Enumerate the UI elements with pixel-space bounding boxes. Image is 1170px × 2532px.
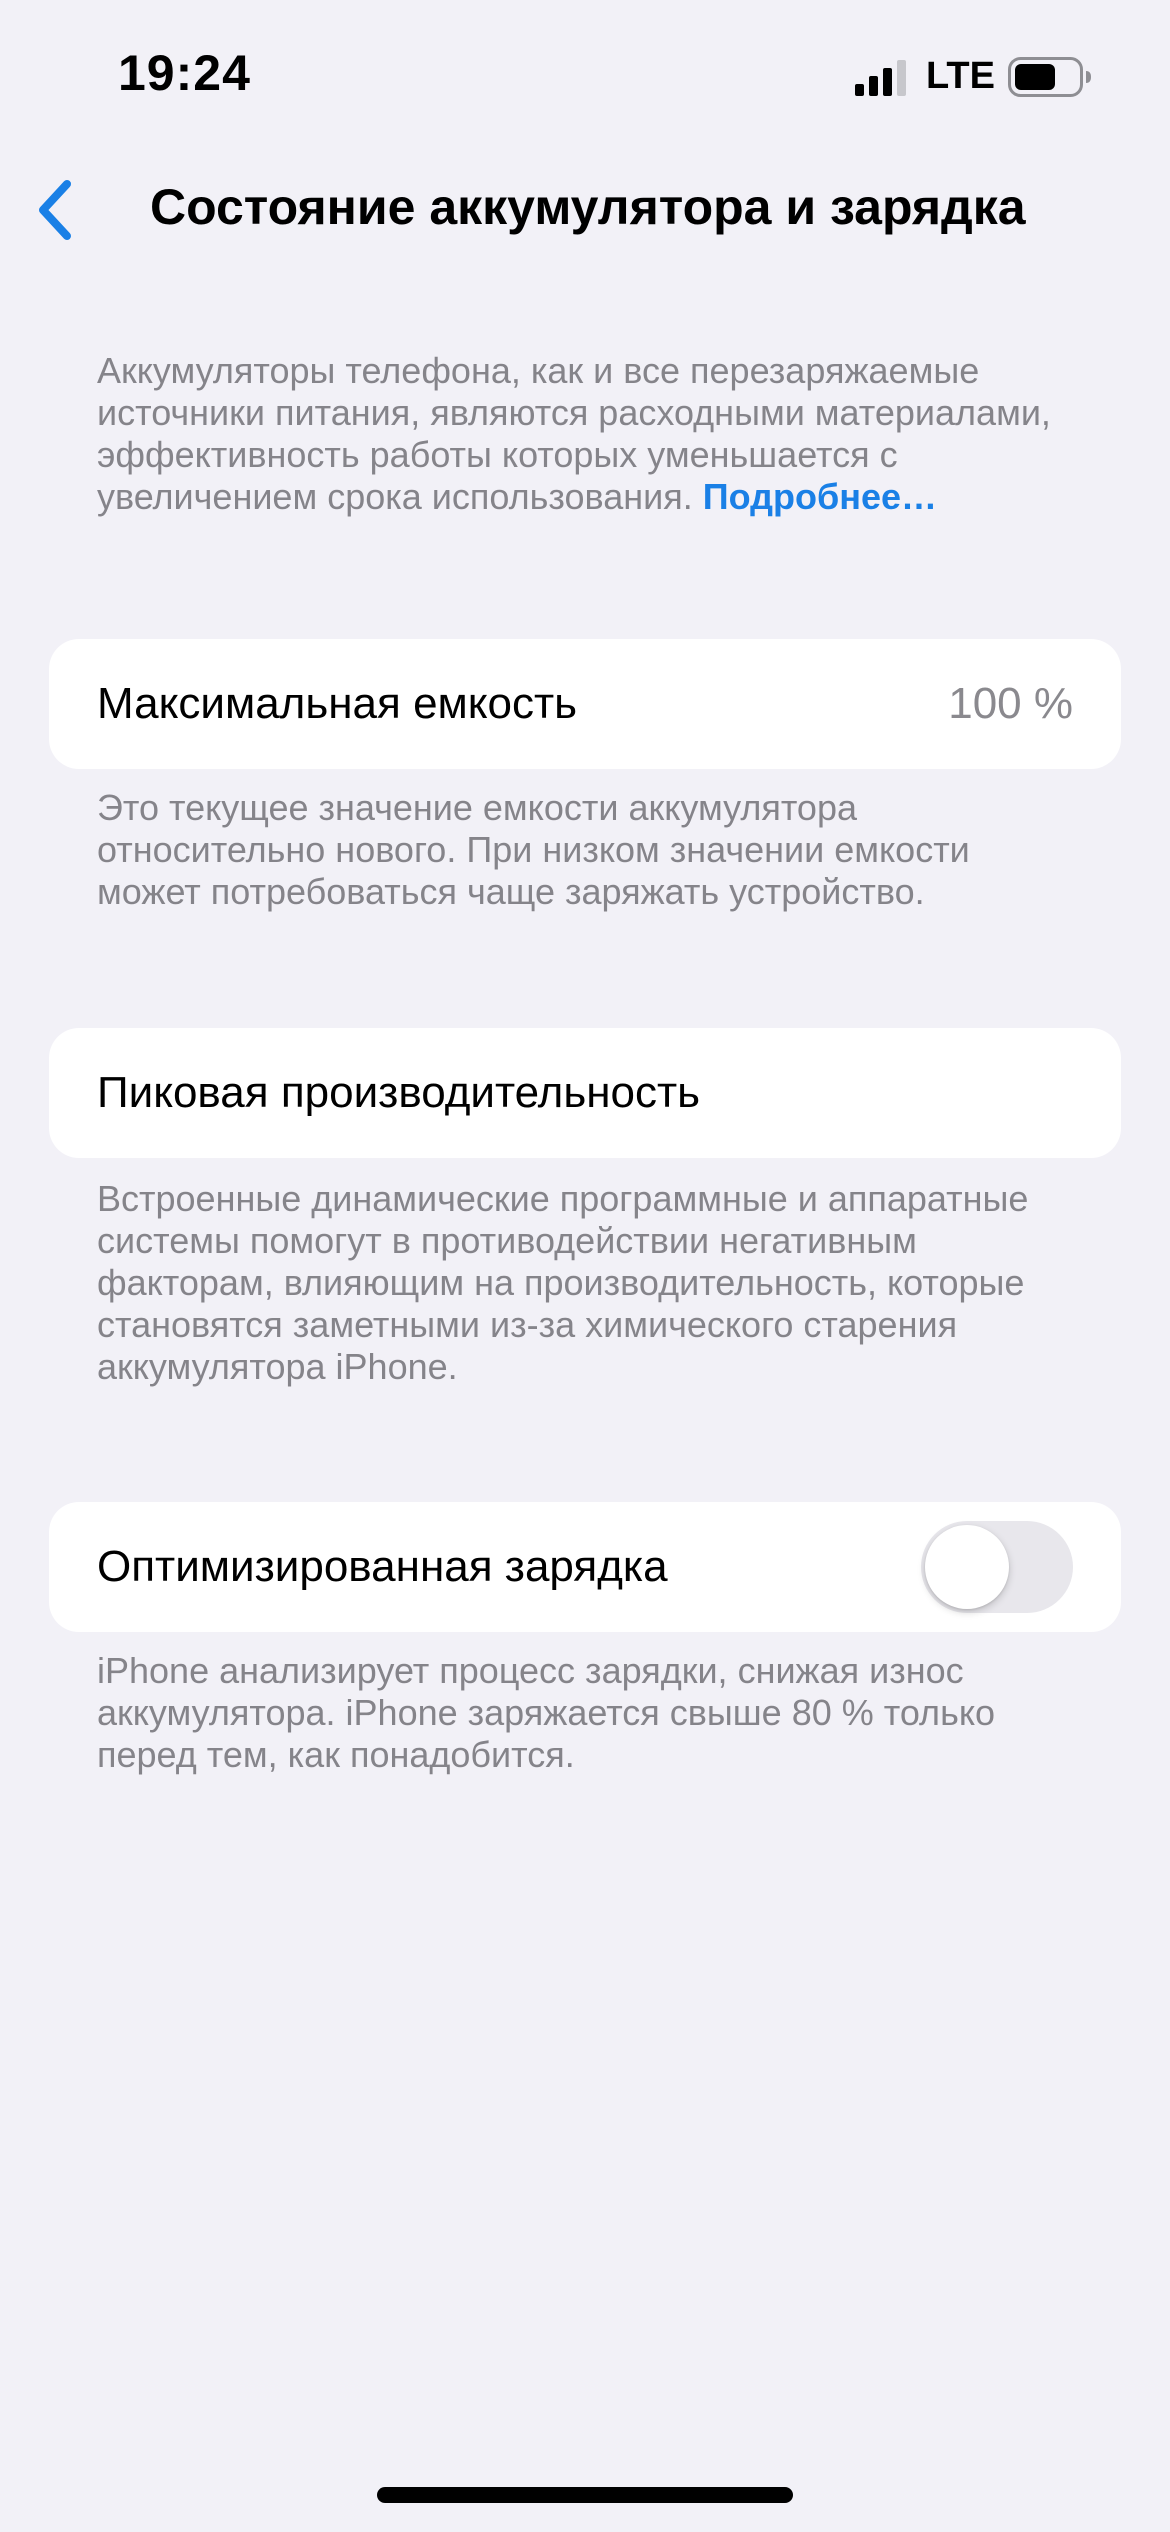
status-bar: 19:24 LTE <box>0 0 1170 150</box>
battery-icon <box>1008 57 1091 97</box>
page-title: Состояние аккумулятора и зарядка <box>150 179 1026 235</box>
nav-bar: Состояние аккумулятора и зарядка <box>0 160 1170 260</box>
optimized-charging-cell: Оптимизированная зарядка <box>49 1502 1121 1632</box>
max-capacity-label: Максимальная емкость <box>97 679 578 728</box>
status-time: 19:24 <box>118 45 251 101</box>
peak-performance-cell: Пиковая производительность <box>49 1028 1121 1158</box>
home-indicator[interactable] <box>377 2487 793 2503</box>
back-button[interactable] <box>14 170 94 250</box>
optimized-charging-label: Оптимизированная зарядка <box>97 1542 668 1591</box>
optimized-charging-toggle[interactable] <box>921 1521 1073 1613</box>
chevron-left-icon <box>39 180 71 240</box>
peak-performance-footer: Встроенные динамические программные и ап… <box>97 1178 1029 1387</box>
learn-more-link[interactable]: Подробнее… <box>703 476 937 517</box>
peak-performance-label: Пиковая производительность <box>97 1068 701 1117</box>
signal-icon <box>855 60 906 96</box>
max-capacity-footer: Это текущее значение емкости аккумулятор… <box>97 787 970 912</box>
toggle-knob <box>925 1525 1009 1609</box>
network-label: LTE <box>926 55 995 97</box>
max-capacity-cell: Максимальная емкость 100 % <box>49 639 1121 769</box>
optimized-charging-footer: iPhone анализирует процесс зарядки, сниж… <box>97 1650 995 1775</box>
max-capacity-value: 100 % <box>948 679 1073 728</box>
intro-text: Аккумуляторы телефона, как и все перезар… <box>97 350 1077 518</box>
